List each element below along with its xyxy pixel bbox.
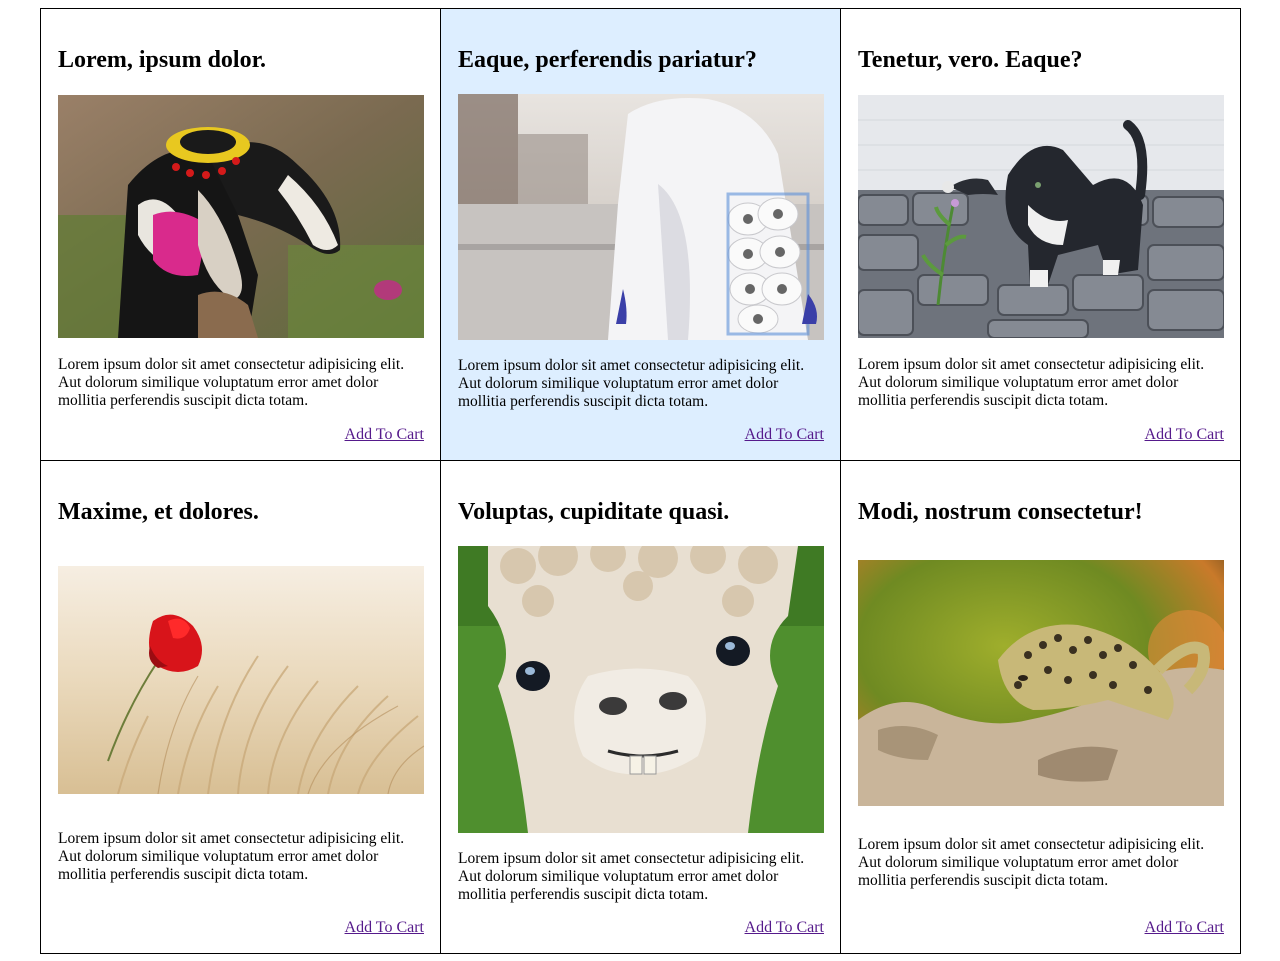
add-to-cart-link[interactable]: Add To Cart [745, 426, 824, 444]
kitten-image [858, 95, 1224, 338]
add-to-cart-link[interactable]: Add To Cart [1145, 426, 1224, 444]
toilet-paper-image [458, 94, 824, 340]
add-to-cart-link[interactable]: Add To Cart [745, 919, 824, 937]
gecko-image [858, 560, 1224, 806]
add-to-cart-link[interactable]: Add To Cart [345, 426, 424, 444]
poppy-image [58, 566, 424, 794]
card-description: Lorem ipsum dolor sit amet consectetur a… [58, 830, 405, 883]
card-title: Modi, nostrum consectetur! [858, 499, 1143, 525]
card-description: Lorem ipsum dolor sit amet consectetur a… [58, 356, 405, 409]
product-card: Voluptas, cupiditate quasi. Lorem ipsum … [440, 460, 841, 954]
card-description: Lorem ipsum dolor sit amet consectetur a… [458, 357, 805, 410]
card-title: Eaque, perferendis pariatur? [458, 47, 757, 73]
alpaca-image [458, 546, 824, 833]
product-grid: Lorem, ipsum dolor. Lorem ipsum dolor si… [40, 8, 1241, 954]
card-description: Lorem ipsum dolor sit amet consectetur a… [858, 356, 1205, 409]
card-title: Maxime, et dolores. [58, 499, 259, 525]
card-description: Lorem ipsum dolor sit amet consectetur a… [458, 850, 805, 903]
product-card: Tenetur, vero. Eaque? Lorem ipsum dolor … [840, 8, 1241, 461]
product-card: Modi, nostrum consectetur! Lorem ipsum d… [840, 460, 1241, 954]
product-card: Maxime, et dolores. Lorem ipsum dolor si… [40, 460, 441, 954]
card-description: Lorem ipsum dolor sit amet consectetur a… [858, 836, 1205, 889]
goat-image [58, 95, 424, 338]
product-card: Lorem, ipsum dolor. Lorem ipsum dolor si… [40, 8, 441, 461]
product-card-highlighted: Eaque, perferendis pariatur? Lorem ipsum… [440, 8, 841, 461]
card-title: Voluptas, cupiditate quasi. [458, 499, 730, 525]
add-to-cart-link[interactable]: Add To Cart [345, 919, 424, 937]
add-to-cart-link[interactable]: Add To Cart [1145, 919, 1224, 937]
card-title: Lorem, ipsum dolor. [58, 47, 267, 73]
card-title: Tenetur, vero. Eaque? [858, 47, 1083, 73]
